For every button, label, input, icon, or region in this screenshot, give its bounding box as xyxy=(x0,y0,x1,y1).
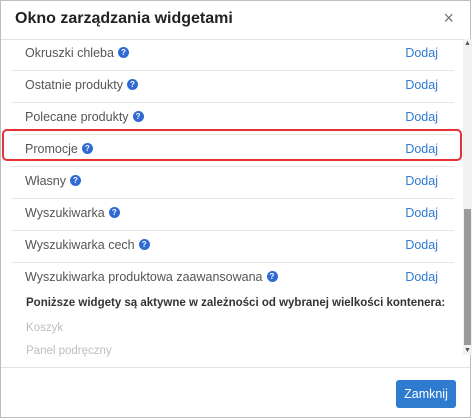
add-widget-link[interactable]: Dodaj xyxy=(405,78,438,92)
widget-label: Wyszukiwarka cech? xyxy=(25,238,150,252)
scroll-thumb[interactable] xyxy=(464,209,471,345)
widget-list: Okruszki chleba? Dodaj Ostatnie produkty… xyxy=(11,39,454,363)
scrollbar[interactable]: ▲ ▼ xyxy=(463,39,472,355)
inactive-widget-item: Koszyk xyxy=(26,322,64,334)
add-widget-link[interactable]: Dodaj xyxy=(405,174,438,188)
widget-row-wyszukiwarka: Wyszukiwarka? Dodaj xyxy=(11,199,454,231)
widget-row-promocje: Promocje? Dodaj xyxy=(11,135,454,167)
add-widget-link[interactable]: Dodaj xyxy=(405,238,438,252)
add-widget-link[interactable]: Dodaj xyxy=(405,46,438,60)
question-circle-icon[interactable]: ? xyxy=(117,47,129,58)
question-circle-icon[interactable]: ? xyxy=(266,271,278,282)
question-circle-icon[interactable]: ? xyxy=(126,79,138,90)
widget-label: Promocje? xyxy=(25,142,93,156)
widget-label: Ostatnie produkty? xyxy=(25,78,138,92)
add-widget-link[interactable]: Dodaj xyxy=(405,270,438,284)
inactive-widget-item: Panel podręczny xyxy=(26,345,112,357)
widget-label: Okruszki chleba? xyxy=(25,46,129,60)
add-widget-link[interactable]: Dodaj xyxy=(405,110,438,124)
widget-row-okruszki-chleba: Okruszki chleba? Dodaj xyxy=(11,39,454,71)
conditional-widgets-heading: Poniższe widgety są aktywne w zależności… xyxy=(26,297,446,309)
dialog-footer: Zamknij xyxy=(1,367,470,418)
widget-label: Wyszukiwarka produktowa zaawansowana? xyxy=(25,270,278,284)
widget-row-polecane-produkty: Polecane produkty? Dodaj xyxy=(11,103,454,135)
widget-manager-dialog: Okno zarządzania widgetami × Okruszki ch… xyxy=(0,0,472,418)
add-widget-link[interactable]: Dodaj xyxy=(405,142,438,156)
close-icon[interactable]: × xyxy=(443,9,454,27)
widget-row-wyszukiwarka-cech: Wyszukiwarka cech? Dodaj xyxy=(11,231,454,263)
widget-label: Własny? xyxy=(25,174,81,188)
question-circle-icon[interactable]: ? xyxy=(81,143,93,154)
question-circle-icon[interactable]: ? xyxy=(132,111,144,122)
question-circle-icon[interactable]: ? xyxy=(69,175,81,186)
question-circle-icon[interactable]: ? xyxy=(138,239,150,250)
scroll-up-arrow-icon[interactable]: ▲ xyxy=(463,39,472,48)
scroll-down-arrow-icon[interactable]: ▼ xyxy=(463,346,472,355)
widget-row-ostatnie-produkty: Ostatnie produkty? Dodaj xyxy=(11,71,454,103)
dialog-title: Okno zarządzania widgetami xyxy=(15,10,233,27)
question-circle-icon[interactable]: ? xyxy=(108,207,120,218)
widget-row-wlasny: Własny? Dodaj xyxy=(11,167,454,199)
dialog-header: Okno zarządzania widgetami × xyxy=(1,1,470,40)
widget-label: Polecane produkty? xyxy=(25,110,144,124)
widget-label: Wyszukiwarka? xyxy=(25,206,120,220)
close-button[interactable]: Zamknij xyxy=(396,380,456,408)
widget-row-wyszukiwarka-produktowa-zaawansowana: Wyszukiwarka produktowa zaawansowana? Do… xyxy=(11,263,454,294)
add-widget-link[interactable]: Dodaj xyxy=(405,206,438,220)
